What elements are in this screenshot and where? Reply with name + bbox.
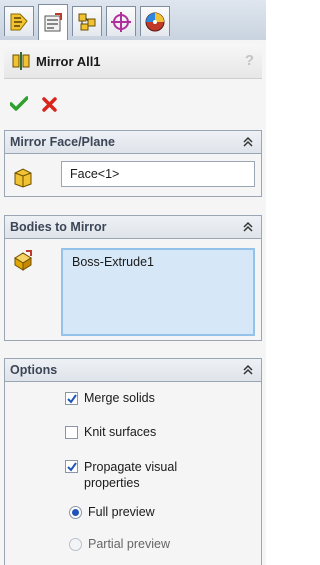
help-button[interactable]: ?: [245, 52, 254, 69]
feature-title: Mirror All1: [36, 53, 101, 69]
partial-preview-option[interactable]: Partial preview: [69, 537, 170, 551]
bodies-to-mirror-header[interactable]: Bodies to Mirror: [5, 216, 261, 239]
knit-surfaces-label: Knit surfaces: [84, 425, 157, 439]
mirror-feature-icon: [11, 51, 31, 71]
propagate-visual-label: Propagate visual properties: [84, 459, 177, 491]
propagate-visual-option[interactable]: Propagate visual properties: [65, 459, 177, 491]
partial-preview-radio[interactable]: [69, 538, 82, 551]
options-header[interactable]: Options: [5, 359, 261, 382]
tab-feature-manager[interactable]: [4, 6, 34, 36]
cancel-button[interactable]: [38, 93, 60, 115]
options-group: Options Merge solids Knit surfaces Propa…: [4, 358, 262, 565]
mirror-face-field[interactable]: Face<1>: [61, 161, 255, 187]
full-preview-label: Full preview: [88, 505, 155, 519]
knit-surfaces-option[interactable]: Knit surfaces: [65, 425, 156, 439]
bodies-to-mirror-title: Bodies to Mirror: [10, 220, 107, 234]
red-x-icon: [41, 96, 57, 112]
ok-button[interactable]: [8, 93, 30, 115]
mirror-face-group: Mirror Face/Plane Face<1>: [4, 130, 262, 197]
merge-solids-option[interactable]: Merge solids: [65, 391, 155, 405]
ok-cancel-bar: [8, 92, 60, 116]
propagate-visual-label-line1: Propagate visual: [84, 460, 178, 474]
collapse-chevron-icon[interactable]: [242, 221, 254, 233]
display-manager-icon: [145, 12, 165, 31]
mirror-face-title: Mirror Face/Plane: [10, 135, 115, 149]
full-preview-radio[interactable]: [69, 506, 82, 519]
tab-configuration-manager[interactable]: [72, 6, 102, 36]
knit-surfaces-checkbox[interactable]: [65, 426, 78, 439]
checkmark-icon: [66, 461, 77, 472]
tab-dimxpert-manager[interactable]: [106, 6, 136, 36]
tab-display-manager[interactable]: [140, 6, 170, 36]
merge-solids-checkbox[interactable]: [65, 392, 78, 405]
solid-body-icon: [14, 250, 32, 271]
tab-property-manager[interactable]: [38, 4, 68, 40]
bodies-to-mirror-group: Bodies to Mirror Boss-Extrude1: [4, 215, 262, 341]
propagate-visual-checkbox[interactable]: [65, 460, 78, 473]
feature-tree-icon: [10, 13, 28, 30]
property-manager-icon: [44, 12, 62, 31]
bodies-list-item[interactable]: Boss-Extrude1: [72, 255, 244, 269]
merge-solids-label: Merge solids: [84, 391, 155, 405]
dimxpert-icon: [111, 11, 131, 32]
checkmark-icon: [66, 393, 77, 404]
manager-tab-strip: [0, 0, 266, 41]
full-preview-option[interactable]: Full preview: [69, 505, 155, 519]
property-manager-panel: Mirror All1 ? Mirror Face/Plane Face<1>: [0, 40, 266, 565]
green-check-icon: [10, 96, 28, 111]
feature-title-bar: Mirror All1 ?: [4, 44, 262, 79]
propagate-visual-label-line2: properties: [84, 476, 140, 490]
partial-preview-label: Partial preview: [88, 537, 170, 551]
collapse-chevron-icon[interactable]: [242, 364, 254, 376]
mirror-face-header[interactable]: Mirror Face/Plane: [5, 131, 261, 154]
collapse-chevron-icon[interactable]: [242, 136, 254, 148]
configuration-icon: [78, 13, 96, 30]
face-selection-icon: [14, 168, 32, 188]
bodies-list[interactable]: Boss-Extrude1: [61, 248, 255, 336]
options-title: Options: [10, 363, 58, 377]
